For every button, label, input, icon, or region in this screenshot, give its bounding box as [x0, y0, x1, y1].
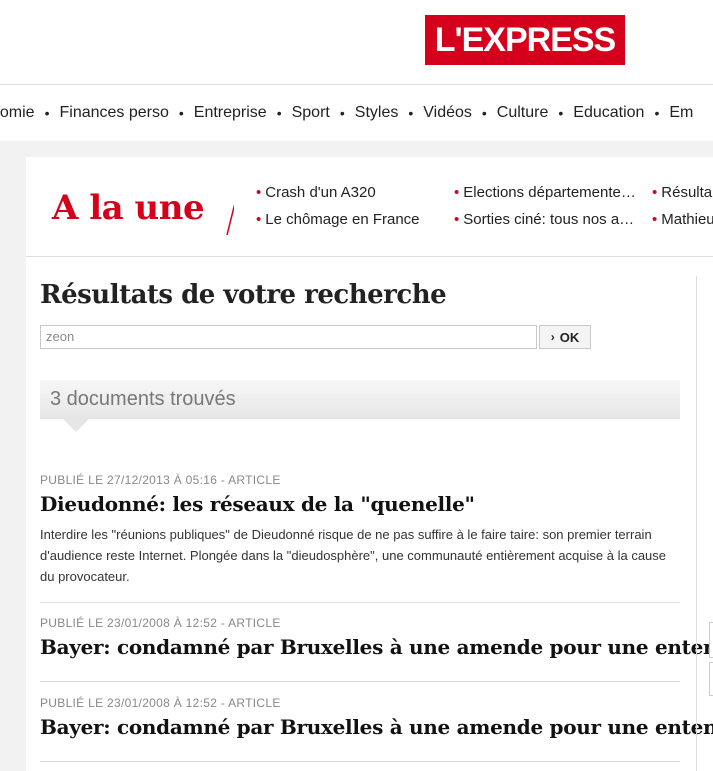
- nav-separator: •: [339, 105, 345, 121]
- divider: [26, 256, 713, 257]
- nav-item-education[interactable]: Education: [573, 104, 644, 122]
- result-separator: [40, 761, 680, 762]
- hot-topic-link[interactable]: • Elections départemente…: [454, 184, 636, 201]
- result-meta: PUBLIÉ LE 23/01/2008 À 12:52 - ARTICLE: [40, 616, 281, 630]
- a-la-une-title: A la une: [52, 188, 205, 228]
- hot-topic-label: Sorties ciné: tous nos a…: [463, 211, 635, 228]
- main-nav: nomie • Finances perso • Entreprise • Sp…: [0, 84, 713, 142]
- result-meta: PUBLIÉ LE 23/01/2008 À 12:52 - ARTICLE: [40, 696, 281, 710]
- hot-topic-label: Le chômage en France: [265, 211, 420, 228]
- right-rail-border: [696, 276, 697, 771]
- hot-topic-label: Résulta: [661, 184, 713, 201]
- nav-separator: •: [654, 105, 660, 121]
- nav-item-videos[interactable]: Vidéos: [423, 104, 472, 122]
- search-input[interactable]: zeon: [40, 325, 537, 349]
- hot-topic-label: Mathieu: [661, 211, 713, 228]
- result-separator: [40, 681, 680, 682]
- nav-item-economie[interactable]: nomie: [0, 104, 35, 122]
- right-rail-widget: [709, 622, 713, 658]
- hot-topic-link[interactable]: • Crash d'un A320: [256, 184, 376, 201]
- nav-separator: •: [481, 105, 487, 121]
- hot-topic-link[interactable]: • Le chômage en France: [256, 211, 420, 228]
- nav-item-entreprise[interactable]: Entreprise: [194, 104, 267, 122]
- nav-item-sport[interactable]: Sport: [292, 104, 330, 122]
- result-title-link[interactable]: Dieudonné: les réseaux de la "quenelle": [40, 492, 475, 516]
- results-count: 3 documents trouvés: [50, 388, 236, 410]
- result-separator: [40, 602, 680, 603]
- nav-separator: •: [558, 105, 564, 121]
- slash-divider: [226, 203, 234, 235]
- hot-topic-link[interactable]: • Résulta: [652, 184, 712, 201]
- hot-topic-label: Crash d'un A320: [265, 184, 376, 201]
- content-card: [26, 157, 713, 771]
- hot-topic-link[interactable]: • Mathieu: [652, 211, 713, 228]
- lexpress-logo[interactable]: L'EXPRESS: [425, 15, 625, 65]
- search-ok-button[interactable]: › OK: [539, 325, 591, 349]
- results-count-box: 3 documents trouvés: [40, 380, 680, 419]
- header: L'EXPRESS: [0, 0, 713, 84]
- nav-item-emploi[interactable]: Em: [669, 104, 693, 122]
- count-pointer-arrow: [63, 419, 89, 432]
- hot-topic-label: Elections départemente…: [463, 184, 636, 201]
- result-meta: PUBLIÉ LE 27/12/2013 À 05:16 - ARTICLE: [40, 473, 281, 487]
- result-title-link[interactable]: Bayer: condamné par Bruxelles à une amen…: [40, 635, 713, 659]
- nav-separator: •: [44, 105, 50, 121]
- nav-separator: •: [178, 105, 184, 121]
- result-title-link[interactable]: Bayer: condamné par Bruxelles à une amen…: [40, 715, 713, 739]
- page-title: Résultats de votre recherche: [40, 280, 447, 310]
- right-rail-widget: [709, 662, 713, 696]
- hot-topic-link[interactable]: • Sorties ciné: tous nos a…: [454, 211, 634, 228]
- nav-item-finances-perso[interactable]: Finances perso: [59, 104, 168, 122]
- nav-separator: •: [408, 105, 414, 121]
- nav-item-culture[interactable]: Culture: [497, 104, 549, 122]
- ok-label: OK: [559, 329, 580, 345]
- chevron-right-icon: ›: [550, 330, 555, 344]
- result-description: Interdire les "réunions publiques" de Di…: [40, 527, 667, 584]
- nav-separator: •: [276, 105, 282, 121]
- nav-item-styles[interactable]: Styles: [355, 104, 399, 122]
